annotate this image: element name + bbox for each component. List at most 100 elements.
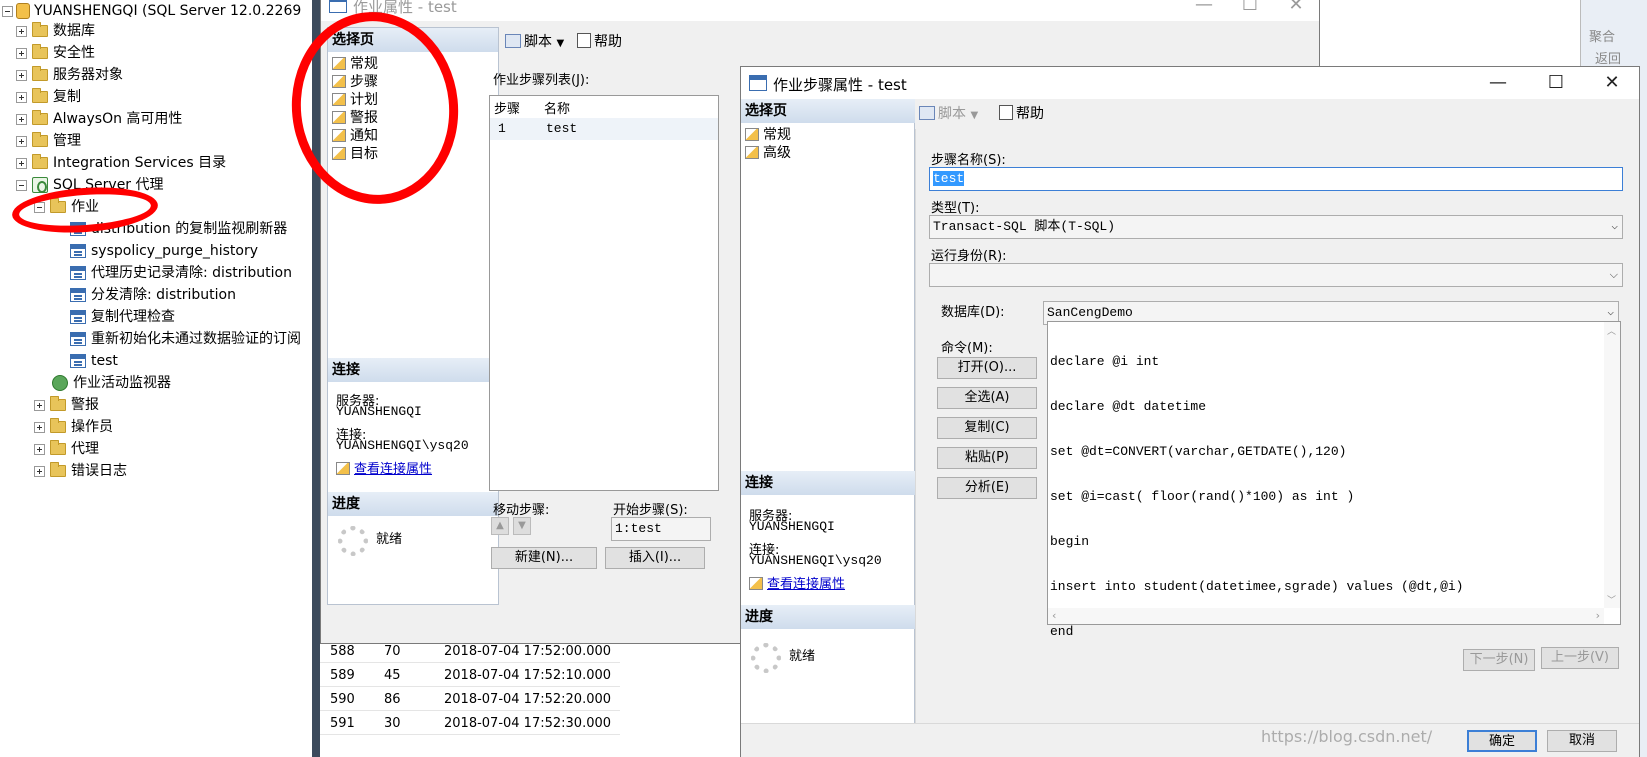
table-row[interactable]: 590 86 2018-07-04 17:52:20.000 [320,688,620,711]
scroll-down-icon[interactable]: ﹀ [1607,593,1616,606]
col-header-step[interactable]: 步骤 [494,98,520,117]
view-connection-link[interactable]: 查看连接属性 [749,573,845,592]
connection-header: 连接 [328,358,498,382]
cell-name: test [546,121,578,136]
page-item-notifications[interactable]: 通知 [332,128,378,145]
view-connection-text[interactable]: 查看连接属性 [767,577,845,592]
help-label: 帮助 [1016,106,1044,122]
insert-step-button[interactable]: 插入(I)... [605,547,705,569]
page-icon [332,111,346,124]
expand-icon[interactable] [16,114,27,125]
horizontal-scrollbar[interactable]: ‹ › [1048,608,1604,624]
collapse-icon[interactable] [16,180,27,191]
help-button[interactable]: 帮助 [999,103,1044,125]
vertical-scrollbar[interactable]: ︿ ﹀ [1604,322,1620,608]
page-item-general[interactable]: 常规 [745,127,791,144]
cell-step: 1 [498,121,506,136]
move-down-icon[interactable]: ▼ [513,517,531,535]
monitor-icon [52,375,68,391]
expand-icon[interactable] [34,422,45,433]
expand-icon[interactable] [16,26,27,37]
move-up-icon[interactable]: ▲ [491,517,509,535]
page-label: 步骤 [350,74,378,90]
table-row[interactable]: 589 45 2018-07-04 17:52:10.000 [320,664,620,687]
expand-icon[interactable] [34,466,45,477]
tree-item-label: 作业 [71,199,99,215]
minimize-icon[interactable]: — [1181,0,1227,21]
type-select[interactable]: Transact-SQL 脚本(T-SQL) ⌵ [929,215,1623,239]
new-step-button[interactable]: 新建(N)... [491,547,597,569]
help-button[interactable]: 帮助 [577,31,622,53]
parse-button[interactable]: 分析(E) [937,477,1037,499]
page-item-schedules[interactable]: 计划 [332,92,378,109]
script-button[interactable]: 脚本 ▼ [919,103,978,125]
chevron-down-icon[interactable]: ⌵ [1610,264,1618,286]
page-item-steps[interactable]: 步骤 [332,74,378,91]
view-connection-text[interactable]: 查看连接属性 [354,462,432,477]
chevron-down-icon[interactable]: ▼ [970,110,978,121]
expand-icon[interactable] [16,48,27,59]
next-step-button[interactable]: 下一步(N) [1463,649,1535,671]
collapse-icon[interactable] [2,6,13,17]
open-button[interactable]: 打开(O)... [937,357,1037,379]
expand-icon[interactable] [16,158,27,169]
table-row[interactable]: 591 30 2018-07-04 17:52:30.000 [320,712,620,735]
job-icon [70,266,86,280]
app-icon [749,75,767,91]
expand-icon[interactable] [16,70,27,81]
expand-icon[interactable] [34,444,45,455]
command-editor[interactable]: declare @i int declare @dt datetime set … [1047,321,1621,639]
page-item-targets[interactable]: 目标 [332,146,378,163]
maximize-icon[interactable]: ☐ [1533,67,1579,99]
cell-id: 589 [330,668,355,683]
ok-button[interactable]: 确定 [1467,730,1537,752]
scroll-left-icon[interactable]: ‹ [1052,609,1056,622]
panel-item[interactable]: 聚合 [1589,26,1615,45]
select-all-button[interactable]: 全选(A) [937,387,1037,409]
job-icon [70,332,86,346]
page-icon [332,57,346,70]
expand-icon[interactable] [16,136,27,147]
title-bar[interactable]: 作业属性 - test — ☐ ✕ [321,0,1319,21]
step-name-input[interactable]: test [929,167,1623,191]
chevron-down-icon[interactable]: ⌵ [1611,216,1618,238]
title-bar[interactable]: 作业步骤属性 - test — ☐ ✕ [741,67,1639,99]
job-icon [70,244,86,258]
splitter[interactable] [312,0,320,757]
connection-header: 连接 [741,471,915,495]
view-connection-link[interactable]: 查看连接属性 [336,458,432,477]
folder-icon [32,132,48,147]
chevron-down-icon[interactable]: ▼ [556,38,564,49]
minimize-icon[interactable]: — [1475,67,1521,99]
page-icon [332,147,346,160]
steps-list-label: 作业步骤列表(J): [493,73,590,88]
close-icon[interactable]: ✕ [1589,67,1635,99]
paste-button[interactable]: 粘贴(P) [937,447,1037,469]
copy-button[interactable]: 复制(C) [937,417,1037,439]
tree-item-label: Integration Services 目录 [53,155,227,171]
tree-item-label: 安全性 [53,45,95,61]
cancel-button[interactable]: 取消 [1547,730,1617,752]
collapse-icon[interactable] [34,202,45,213]
page-icon [745,128,759,141]
page-label: 计划 [350,92,378,108]
prev-step-button[interactable]: 上一步(V) [1541,647,1619,669]
close-icon[interactable]: ✕ [1273,0,1319,21]
page-item-general[interactable]: 常规 [332,56,378,73]
expand-icon[interactable] [16,92,27,103]
maximize-icon[interactable]: ☐ [1227,0,1273,21]
table-row[interactable]: 1 test [490,118,718,140]
runas-select[interactable]: ⌵ [929,263,1623,287]
col-header-name[interactable]: 名称 [544,98,570,117]
progress-header: 进度 [741,605,915,629]
folder-icon [32,22,48,37]
scroll-right-icon[interactable]: › [1596,609,1600,622]
page-item-advanced[interactable]: 高级 [745,145,791,162]
tree-item-label: SQL Server 代理 [53,177,164,193]
expand-icon[interactable] [34,400,45,411]
page-item-alerts[interactable]: 警报 [332,110,378,127]
start-step-select[interactable]: 1:test [611,517,711,541]
scroll-up-icon[interactable]: ︿ [1607,324,1616,337]
panel-item[interactable]: 返回 [1595,48,1621,67]
script-button[interactable]: 脚本 ▼ [505,31,564,53]
